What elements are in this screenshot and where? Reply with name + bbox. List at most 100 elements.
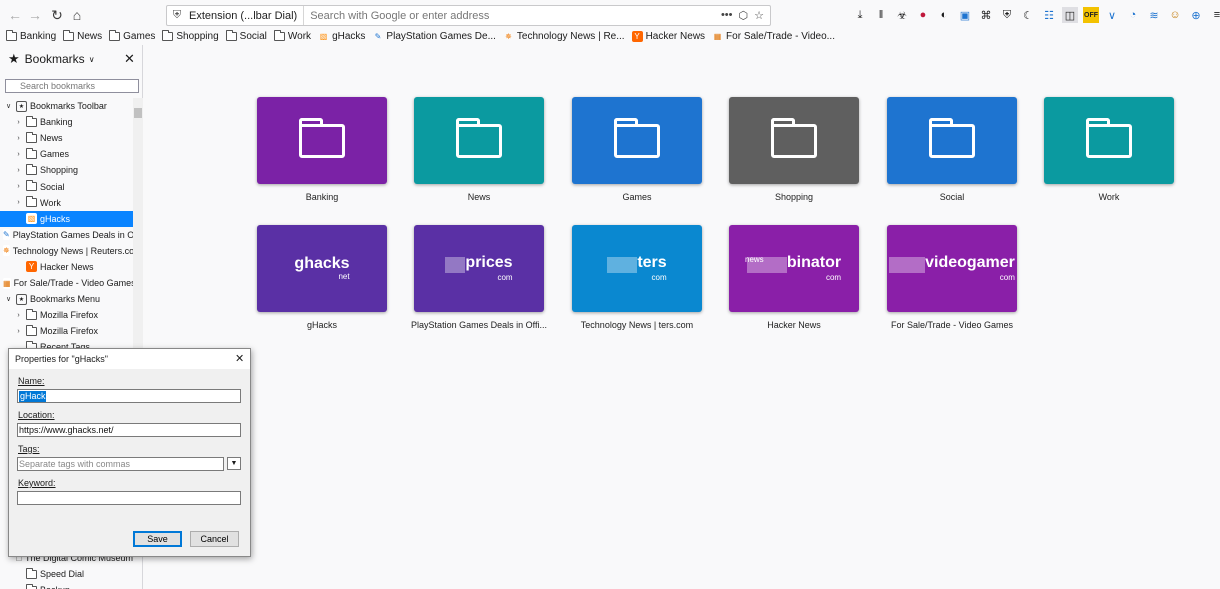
- back-arrow-icon[interactable]: ←: [4, 4, 26, 26]
- extension-identity-label[interactable]: Extension (...lbar Dial): [187, 6, 305, 25]
- bookmark-toolbar-item[interactable]: Shopping: [162, 30, 219, 42]
- speed-dial-label[interactable]: gHacks: [242, 320, 402, 330]
- speed-dial-label[interactable]: Social: [872, 192, 1032, 202]
- downloads-icon[interactable]: ⤓: [852, 7, 868, 23]
- forward-arrow-icon[interactable]: →: [24, 4, 46, 26]
- bookmark-toolbar-item[interactable]: Games: [109, 30, 155, 42]
- close-icon[interactable]: ✕: [235, 352, 244, 365]
- tags-dropdown-chevron-icon[interactable]: ▼: [227, 457, 241, 470]
- tracking-shield-icon[interactable]: ⛨: [167, 9, 187, 22]
- tree-item[interactable]: › Banking: [0, 114, 133, 130]
- sidebar-title[interactable]: Bookmarks: [25, 52, 85, 66]
- tree-item[interactable]: Backup: [0, 582, 133, 589]
- extension-reader-icon[interactable]: ▣: [957, 7, 973, 23]
- extension-tree-icon[interactable]: ⌘: [978, 7, 994, 23]
- tree-item[interactable]: › Mozilla Firefox: [0, 323, 133, 339]
- search-bookmarks-input[interactable]: [5, 79, 139, 93]
- chevron-down-icon[interactable]: ∨: [4, 295, 13, 303]
- cancel-button[interactable]: Cancel: [190, 531, 239, 547]
- sidebar-toggle-icon[interactable]: ◫: [1062, 7, 1078, 23]
- speed-dial-tile[interactable]: [572, 97, 702, 184]
- chevron-right-icon[interactable]: ›: [14, 328, 23, 335]
- tree-item[interactable]: › Shopping: [0, 162, 133, 178]
- bookmark-toolbar-item[interactable]: Banking: [6, 30, 56, 42]
- chevron-right-icon[interactable]: ›: [14, 167, 23, 174]
- bookmark-toolbar-item[interactable]: Social: [225, 30, 267, 42]
- save-button[interactable]: Save: [133, 531, 182, 547]
- tree-item[interactable]: Speed Dial: [0, 566, 133, 582]
- extension-wave-icon[interactable]: ≋: [1146, 7, 1162, 23]
- speed-dial-tile[interactable]: [414, 97, 544, 184]
- chevron-down-icon[interactable]: ∨: [89, 55, 95, 64]
- chevron-right-icon[interactable]: ›: [14, 119, 23, 126]
- speed-dial-label[interactable]: Shopping: [714, 192, 874, 202]
- tags-field[interactable]: [17, 457, 224, 471]
- extension-shield-icon[interactable]: ⛨: [999, 7, 1015, 23]
- bookmark-toolbar-item[interactable]: News: [63, 30, 102, 42]
- speed-dial-label[interactable]: Banking: [242, 192, 402, 202]
- tree-item[interactable]: ∨ ★ Bookmarks Menu: [0, 291, 133, 307]
- bookmark-toolbar-item[interactable]: ▧ gHacks: [318, 31, 366, 42]
- bookmark-toolbar-item[interactable]: ✵ Technology News | Re...: [503, 31, 625, 42]
- tree-item[interactable]: ✎PlayStation Games Deals in Offi...: [0, 227, 133, 243]
- scrollbar-thumb[interactable]: [134, 108, 142, 118]
- bookmark-toolbar-item[interactable]: ▦ For Sale/Trade - Video...: [712, 31, 835, 42]
- tree-item[interactable]: ▦ For Sale/Trade - Video Games: [0, 275, 133, 291]
- speed-dial-tile[interactable]: [729, 97, 859, 184]
- speed-dial-tile[interactable]: news binator com: [729, 225, 859, 312]
- speed-dial-tile[interactable]: ters com: [572, 225, 702, 312]
- library-icon[interactable]: ‖: [873, 7, 889, 23]
- tree-item[interactable]: › News: [0, 130, 133, 146]
- tree-item[interactable]: › Social: [0, 178, 133, 194]
- extension-globe-icon[interactable]: ⊕: [1188, 7, 1204, 23]
- extension-mask-icon[interactable]: ☣: [894, 7, 910, 23]
- chevron-right-icon[interactable]: ›: [14, 312, 23, 319]
- chevron-right-icon[interactable]: ›: [14, 151, 23, 158]
- speed-dial-label[interactable]: Games: [557, 192, 717, 202]
- name-field[interactable]: [17, 389, 241, 403]
- tree-item[interactable]: › Mozilla Firefox: [0, 307, 133, 323]
- speed-dial-label[interactable]: Hacker News: [714, 320, 874, 330]
- speed-dial-tile[interactable]: ghacks net: [257, 225, 387, 312]
- bookmark-toolbar-item[interactable]: Work: [273, 30, 311, 42]
- speed-dial-label[interactable]: PlayStation Games Deals in Offi...: [399, 320, 559, 330]
- chevron-right-icon[interactable]: ›: [14, 135, 23, 142]
- tree-item[interactable]: › Work: [0, 195, 133, 211]
- speed-dial-tile[interactable]: [887, 97, 1017, 184]
- extension-monkey-icon[interactable]: ☺: [1167, 7, 1183, 23]
- address-input[interactable]: [304, 9, 721, 22]
- speed-dial-tile[interactable]: prices com: [414, 225, 544, 312]
- speed-dial-label[interactable]: Technology News | ters.com: [557, 320, 717, 330]
- extension-dark-icon[interactable]: ☾: [1020, 7, 1036, 23]
- location-field[interactable]: [17, 423, 241, 437]
- extension-translate-icon[interactable]: ☷: [1041, 7, 1057, 23]
- tree-item-selected[interactable]: ▧ gHacks: [0, 210, 133, 227]
- chevron-right-icon[interactable]: ›: [14, 183, 23, 190]
- bookmark-toolbar-item[interactable]: ✎ PlayStation Games De...: [372, 31, 496, 42]
- tree-item[interactable]: Y Hacker News: [0, 259, 133, 275]
- pocket-icon[interactable]: ⬡: [739, 9, 749, 22]
- keyword-field[interactable]: [17, 491, 241, 505]
- speed-dial-tile[interactable]: videogamer com: [887, 225, 1017, 312]
- url-bar[interactable]: ⛨ Extension (...lbar Dial) ••• ⬡ ☆: [166, 5, 771, 26]
- sidebar-header[interactable]: ★ Bookmarks ∨ ✕: [0, 45, 142, 73]
- extension-ublock-icon[interactable]: ●: [915, 7, 931, 23]
- chevron-down-icon[interactable]: ∨: [4, 102, 13, 110]
- chevron-right-icon[interactable]: ›: [14, 199, 23, 206]
- bookmark-toolbar-item[interactable]: Y Hacker News: [631, 31, 705, 42]
- speed-dial-tile[interactable]: [257, 97, 387, 184]
- home-icon[interactable]: ⌂: [66, 4, 88, 26]
- speed-dial-label[interactable]: News: [399, 192, 559, 202]
- extension-c-icon[interactable]: ◔: [1125, 7, 1141, 23]
- tree-item[interactable]: ✵ Technology News | Reuters.com: [0, 243, 133, 259]
- close-icon[interactable]: ✕: [124, 51, 135, 67]
- speed-dial-label[interactable]: Work: [1029, 192, 1189, 202]
- menu-icon[interactable]: ≡: [1209, 7, 1220, 23]
- speed-dial-tile[interactable]: [1044, 97, 1174, 184]
- speed-dial-label[interactable]: For Sale/Trade - Video Games: [872, 320, 1032, 330]
- extension-v-icon[interactable]: ∨: [1104, 7, 1120, 23]
- reload-icon[interactable]: ↻: [46, 4, 68, 26]
- account-icon[interactable]: ◐: [936, 7, 952, 23]
- page-actions-icon[interactable]: •••: [721, 9, 733, 22]
- tree-item[interactable]: › Games: [0, 146, 133, 162]
